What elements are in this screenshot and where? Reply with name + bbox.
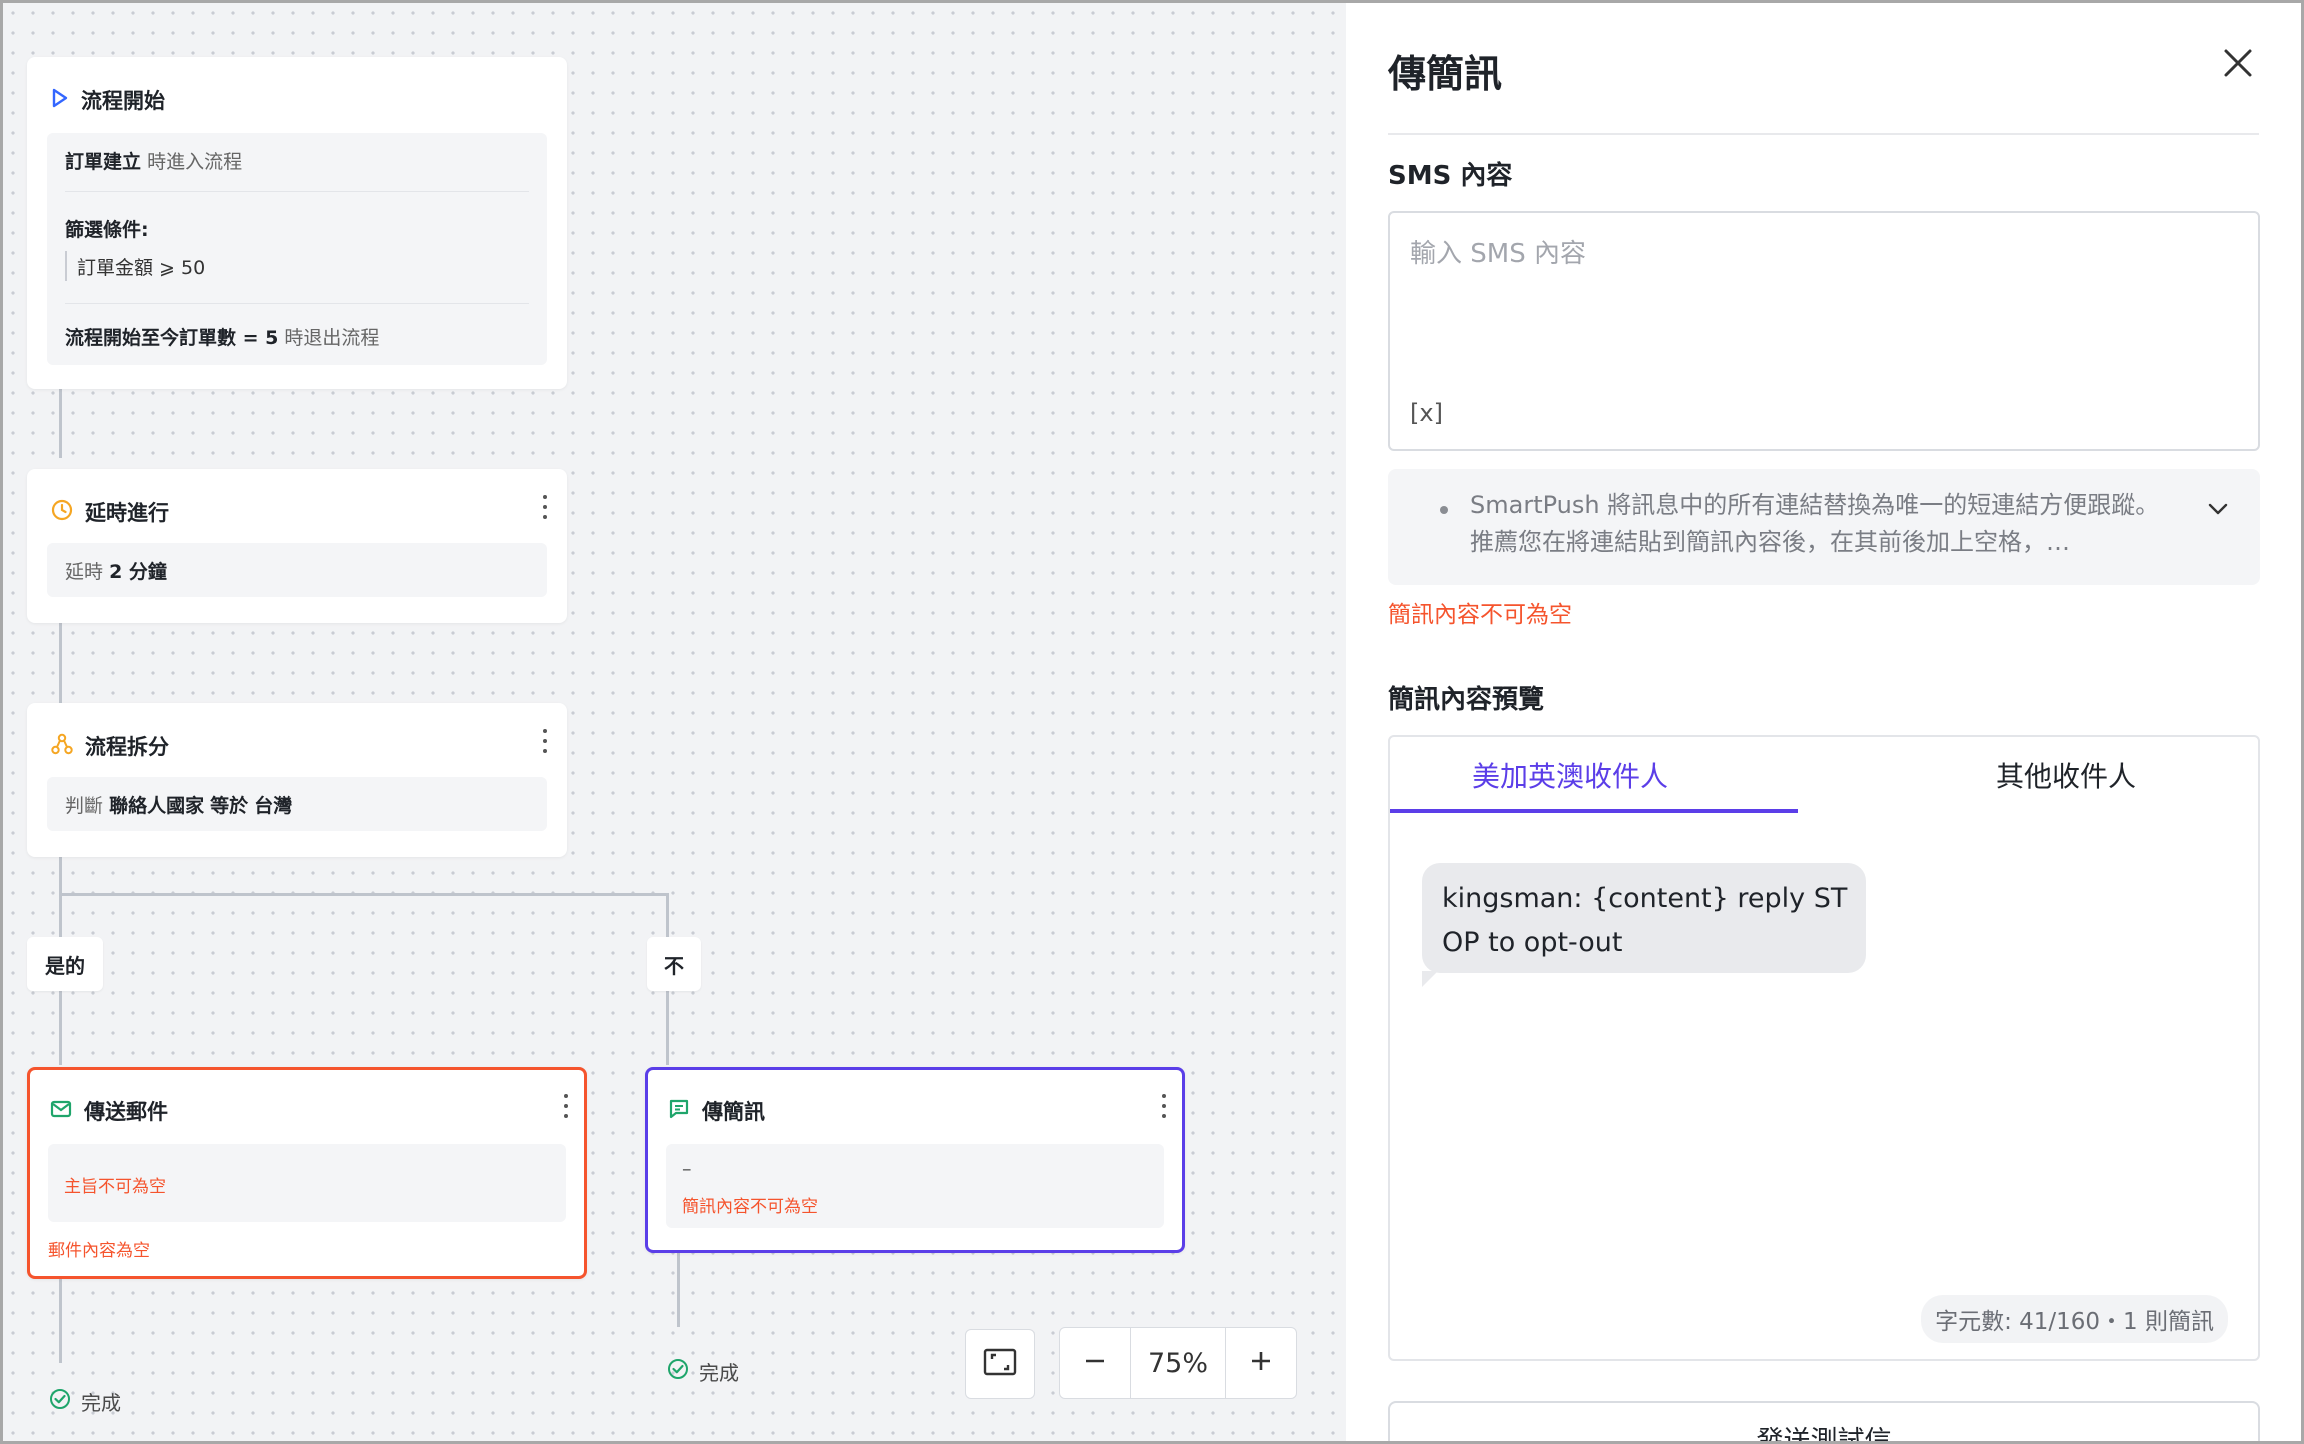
split-field: 聯絡人國家 — [109, 795, 205, 817]
split-prefix: 判斷 — [65, 795, 104, 817]
filter-label: 篩選條件: — [65, 219, 149, 241]
card-title: 流程開始 — [81, 89, 165, 113]
check-circle-icon — [49, 1388, 71, 1415]
split-operator: 等於 — [210, 795, 249, 817]
play-icon — [51, 88, 69, 113]
close-icon — [2218, 49, 2258, 87]
delay-rule: 延時 2 分鐘 — [65, 557, 167, 584]
content-error: 郵件內容為空 — [48, 1241, 150, 1261]
filter-rule: 訂單金額 ⩾ 50 — [77, 257, 206, 279]
delay-card[interactable]: 延時進行 延時 2 分鐘 — [27, 469, 567, 623]
close-button[interactable] — [2218, 43, 2258, 83]
sms-content-error: 簡訊內容不可為空 — [682, 1197, 818, 1217]
trigger-rule: 訂單建立 時進入流程 — [65, 147, 242, 174]
split-value: 台灣 — [254, 795, 293, 817]
link-tip-box: SmartPush 將訊息中的所有連結替換為唯一的短連結方便跟蹤。推薦您在將連結… — [1388, 469, 2260, 585]
split-icon — [51, 733, 73, 760]
char-count-badge: 字元數: 41/160・1 則簡訊 — [1921, 1295, 2228, 1343]
sms-empty-placeholder: – — [682, 1158, 692, 1180]
exit-rule-suffix: 時退出流程 — [284, 327, 380, 349]
send-sms-card[interactable]: 傳簡訊 – 簡訊內容不可為空 — [645, 1067, 1185, 1253]
flow-start-card[interactable]: 流程開始 訂單建立 時進入流程 篩選條件: 訂單金額 ⩾ 50 流程開始至今訂單… — [27, 57, 567, 389]
trigger-suffix: 時進入流程 — [147, 151, 243, 173]
zoom-control: 75% — [1059, 1327, 1297, 1399]
sms-settings-panel: 傳簡訊 SMS 內容 輸入 SMS 內容 [x] SmartPush 將訊息中的… — [1346, 3, 2301, 1441]
kebab-icon[interactable] — [541, 729, 549, 759]
active-tab-indicator — [1390, 809, 1798, 813]
connector-line — [59, 388, 62, 458]
message-icon — [668, 1098, 690, 1125]
exit-rule: 流程開始至今訂單數 = 5 時退出流程 — [65, 323, 379, 350]
done-text: 完成 — [81, 1391, 121, 1415]
flow-canvas[interactable]: 流程開始 訂單建立 時進入流程 篩選條件: 訂單金額 ⩾ 50 流程開始至今訂單… — [3, 3, 1346, 1441]
preview-label: 簡訊內容預覽 — [1388, 685, 1545, 715]
card-title: 傳簡訊 — [702, 1100, 765, 1124]
connector-line — [59, 893, 669, 896]
tab-us-ca-uk-au[interactable]: 美加英澳收件人 — [1472, 755, 1668, 795]
mail-icon — [50, 1099, 72, 1124]
bullet — [1440, 506, 1448, 514]
plus-icon — [1249, 1349, 1273, 1377]
done-label: 完成 — [667, 1357, 739, 1386]
fit-screen-icon — [983, 1348, 1017, 1380]
zoom-level: 75% — [1147, 1347, 1208, 1379]
insert-variable-button[interactable]: [x] — [1410, 399, 1443, 427]
panel-title: 傳簡訊 — [1388, 52, 1503, 96]
kebab-icon[interactable] — [541, 495, 549, 525]
card-title: 流程拆分 — [85, 735, 169, 759]
email-details: 主旨不可為空 — [48, 1144, 566, 1222]
split-card[interactable]: 流程拆分 判斷 聯絡人國家 等於 台灣 — [27, 703, 567, 857]
sms-content-input[interactable]: 輸入 SMS 內容 [x] — [1388, 211, 2260, 451]
connector-line — [677, 1251, 680, 1327]
fit-screen-button[interactable] — [965, 1329, 1035, 1399]
header-divider — [1388, 133, 2259, 135]
preview-message: kingsman: {content} reply STOP to opt-ou… — [1442, 883, 1848, 958]
kebab-icon[interactable] — [1160, 1094, 1168, 1124]
delay-value: 2 分鐘 — [109, 561, 167, 583]
connector-line — [59, 1279, 62, 1363]
minus-icon — [1083, 1349, 1107, 1377]
exit-rule-condition: 流程開始至今訂單數 = 5 — [65, 327, 279, 349]
link-tip-text: SmartPush 將訊息中的所有連結替換為唯一的短連結方便跟蹤。推薦您在將連結… — [1470, 491, 2160, 556]
send-test-button[interactable]: 發送測試信 — [1388, 1401, 2260, 1444]
send-test-label: 發送測試信 — [1756, 1426, 1892, 1444]
tab-other-recipients[interactable]: 其他收件人 — [1996, 755, 2136, 795]
sms-details: – 簡訊內容不可為空 — [666, 1144, 1164, 1228]
chevron-down-icon[interactable] — [2204, 495, 2232, 527]
connector-line — [59, 621, 62, 703]
sms-placeholder: 輸入 SMS 內容 — [1410, 239, 1586, 269]
zoom-out-button[interactable] — [1060, 1328, 1131, 1398]
delay-details: 延時 2 分鐘 — [47, 543, 547, 597]
branch-no-label: 不 — [647, 937, 701, 991]
card-title: 傳送郵件 — [84, 1100, 168, 1124]
delay-prefix: 延時 — [65, 561, 104, 583]
send-email-card[interactable]: 傳送郵件 主旨不可為空 郵件內容為空 — [27, 1067, 587, 1279]
sms-content-label: SMS 內容 — [1388, 161, 1513, 191]
inner-divider — [65, 303, 529, 304]
filter-rule-bar — [65, 251, 67, 281]
sms-content-error: 簡訊內容不可為空 — [1388, 602, 1572, 628]
sms-preview-bubble: kingsman: {content} reply STOP to opt-ou… — [1422, 863, 1866, 987]
trigger-event: 訂單建立 — [65, 151, 142, 173]
split-rule: 判斷 聯絡人國家 等於 台灣 — [65, 791, 292, 818]
bubble-tail — [1422, 971, 1438, 987]
card-title: 延時進行 — [85, 501, 169, 525]
preview-box: 美加英澳收件人 其他收件人 kingsman: {content} reply … — [1388, 735, 2260, 1361]
check-circle-icon — [667, 1358, 689, 1385]
start-details: 訂單建立 時進入流程 篩選條件: 訂單金額 ⩾ 50 流程開始至今訂單數 = 5… — [47, 133, 547, 365]
clock-icon — [51, 499, 73, 526]
branch-yes-label: 是的 — [27, 937, 103, 991]
subject-error: 主旨不可為空 — [64, 1177, 166, 1197]
zoom-in-button[interactable] — [1225, 1328, 1296, 1398]
split-details: 判斷 聯絡人國家 等於 台灣 — [47, 777, 547, 831]
app-frame: 流程開始 訂單建立 時進入流程 篩選條件: 訂單金額 ⩾ 50 流程開始至今訂單… — [0, 0, 2304, 1444]
inner-divider — [65, 191, 529, 192]
done-text: 完成 — [699, 1361, 739, 1385]
done-label: 完成 — [49, 1387, 121, 1416]
kebab-icon[interactable] — [562, 1094, 570, 1124]
